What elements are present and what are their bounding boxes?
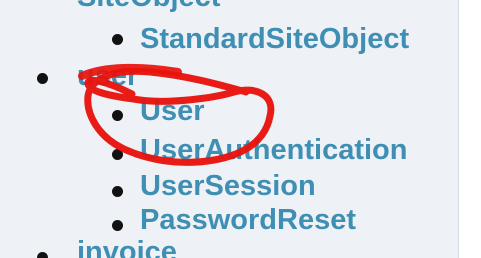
tree-item-passwordreset[interactable]: PasswordReset [140,206,356,235]
tree-item-userauthentication[interactable]: UserAuthentication [140,136,407,165]
tree-item-usersession[interactable]: UserSession [140,172,316,201]
bullet-passwordreset [112,220,123,231]
screenshot-page: SiteObject StandardSiteObject user User … [0,0,481,258]
bullet-usersession [112,186,123,197]
bullet-userauthentication [112,149,123,160]
tree-item-standardsiteobject[interactable]: StandardSiteObject [140,25,409,54]
bullet-user-group [37,73,48,84]
bullet-standardsiteobject [112,34,123,45]
tree-item-siteobject[interactable]: SiteObject [77,0,220,12]
bullet-invoice [37,252,48,258]
object-tree-panel: SiteObject StandardSiteObject user User … [0,0,459,258]
tree-item-user-group[interactable]: user [77,62,138,91]
tree-item-invoice[interactable]: invoice [77,238,177,258]
bullet-user [112,110,123,121]
tree-item-user[interactable]: User [140,97,205,126]
